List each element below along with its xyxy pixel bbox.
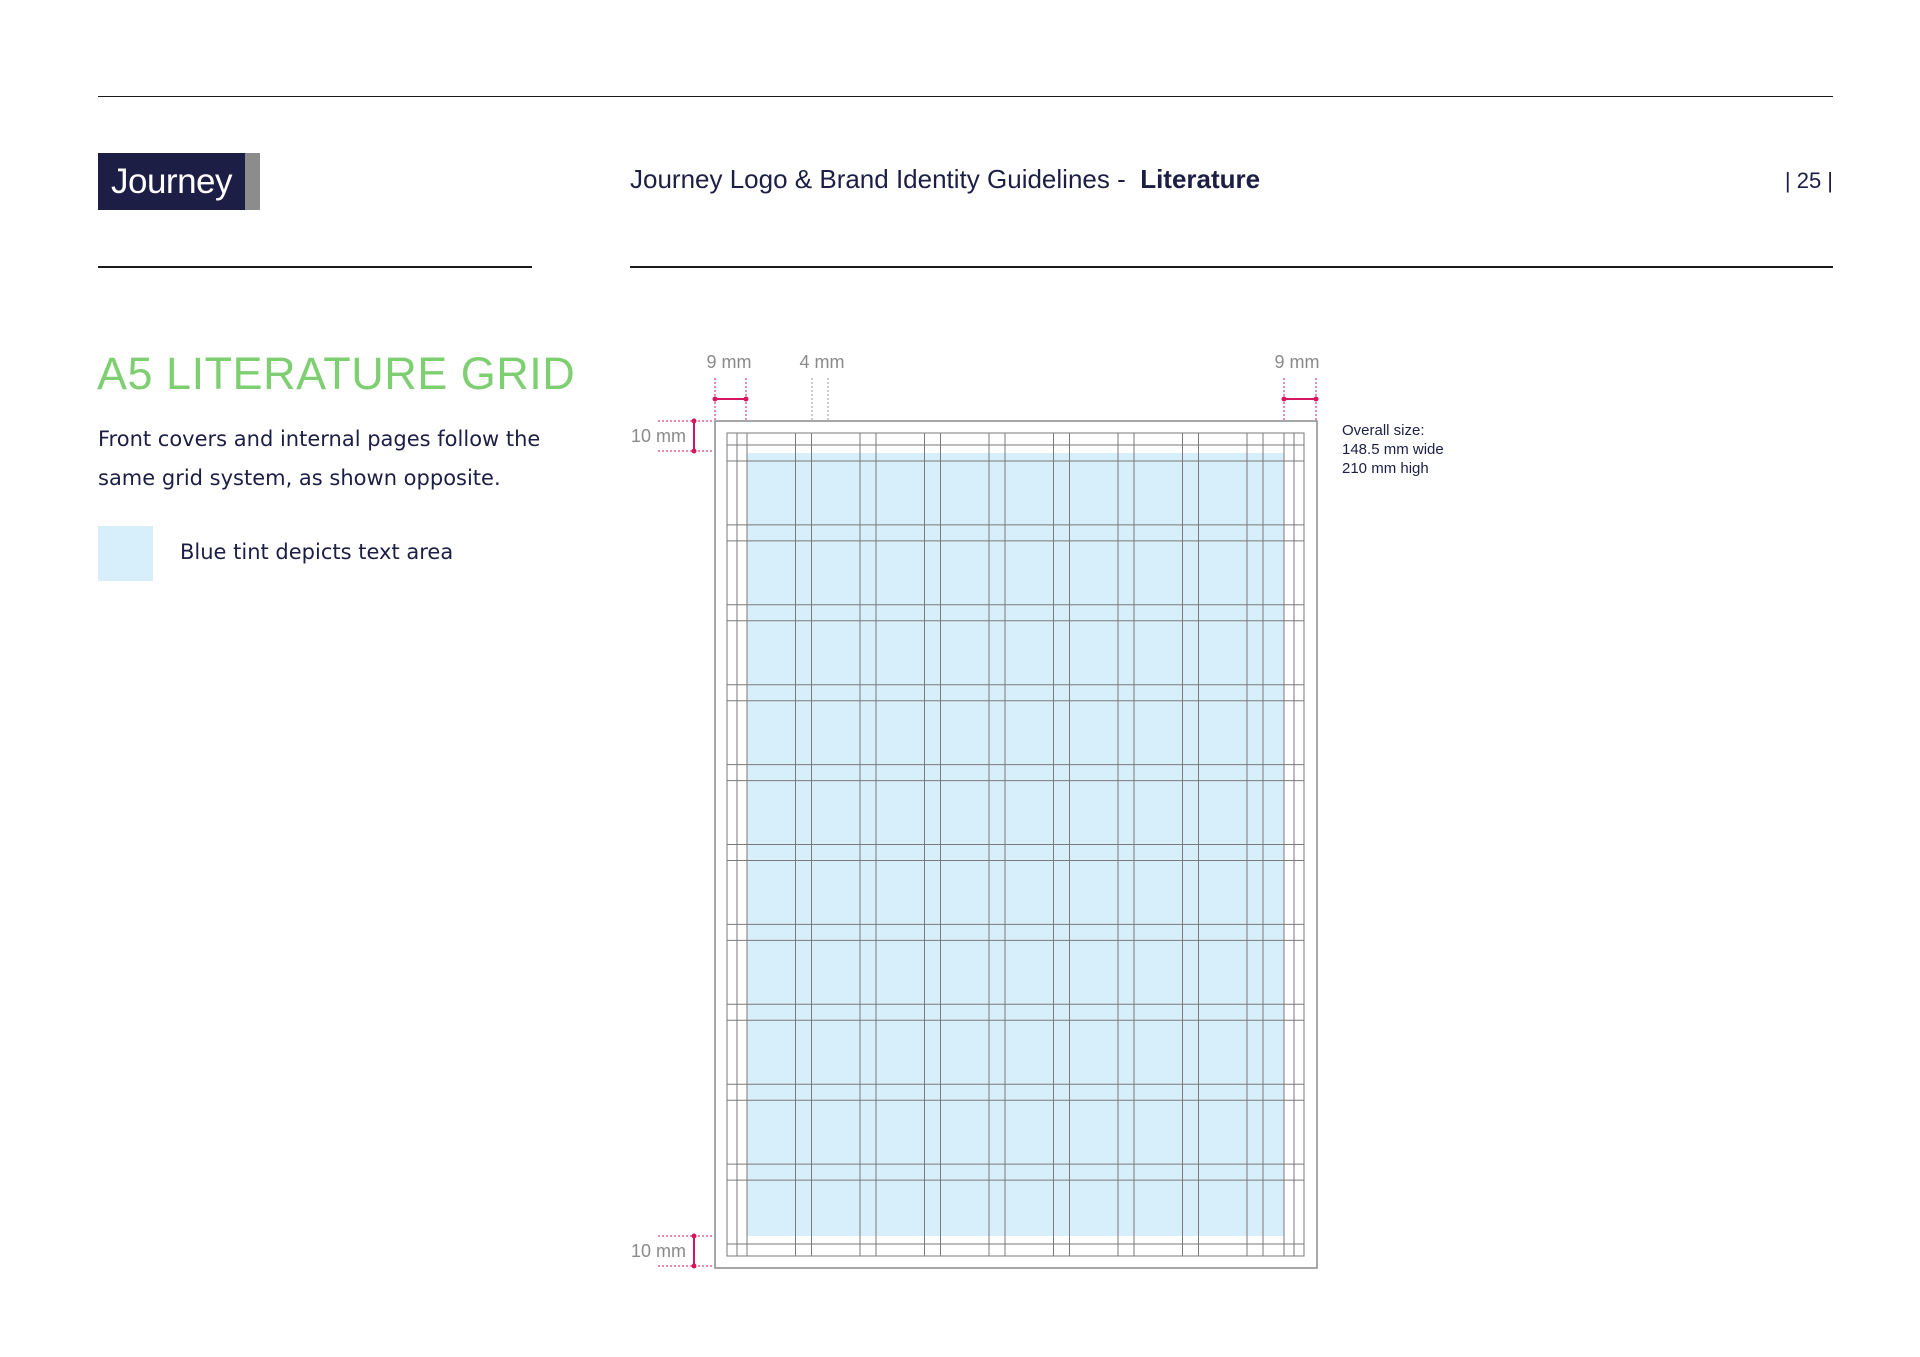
top-margin-label: 10 mm [631, 426, 686, 446]
right-margin-label: 9 mm [1275, 352, 1320, 372]
overall-size-line: Overall size: [1342, 422, 1425, 439]
overall-size-line: 148.5 mm wide [1342, 441, 1444, 458]
a5-grid-diagram: 9 mm 4 mm 9 mm 10 mm 10 mm Overall size: 148.5… [631, 352, 1444, 1269]
bottom-margin-label: 10 mm [631, 1241, 686, 1261]
overall-size-line: 210 mm high [1342, 460, 1429, 477]
left-margin-label: 9 mm [707, 352, 752, 372]
gutter-label: 4 mm [800, 352, 845, 372]
